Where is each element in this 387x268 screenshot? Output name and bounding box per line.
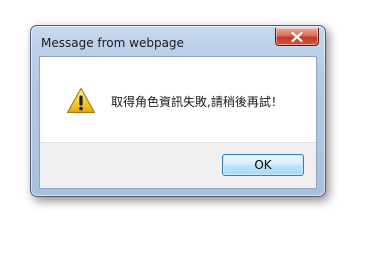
- close-button[interactable]: [275, 28, 319, 46]
- warning-icon: [66, 87, 96, 114]
- message-area: 取得角色資訊失敗,請稍後再試！: [40, 57, 316, 142]
- message-dialog: Message from webpage 取得角色資訊失敗,請稍後再試！ OK: [30, 25, 326, 197]
- desktop-background: Message from webpage 取得角色資訊失敗,請稍後再試！ OK: [0, 0, 387, 268]
- dialog-message: 取得角色資訊失敗,請稍後再試！: [111, 95, 283, 109]
- dialog-titlebar[interactable]: Message from webpage: [31, 26, 325, 54]
- dialog-client-area: 取得角色資訊失敗,請稍後再試！ OK: [39, 56, 317, 189]
- close-icon: [291, 31, 303, 42]
- ok-button[interactable]: OK: [222, 154, 304, 176]
- dialog-title: Message from webpage: [41, 36, 184, 50]
- button-area: OK: [40, 142, 316, 188]
